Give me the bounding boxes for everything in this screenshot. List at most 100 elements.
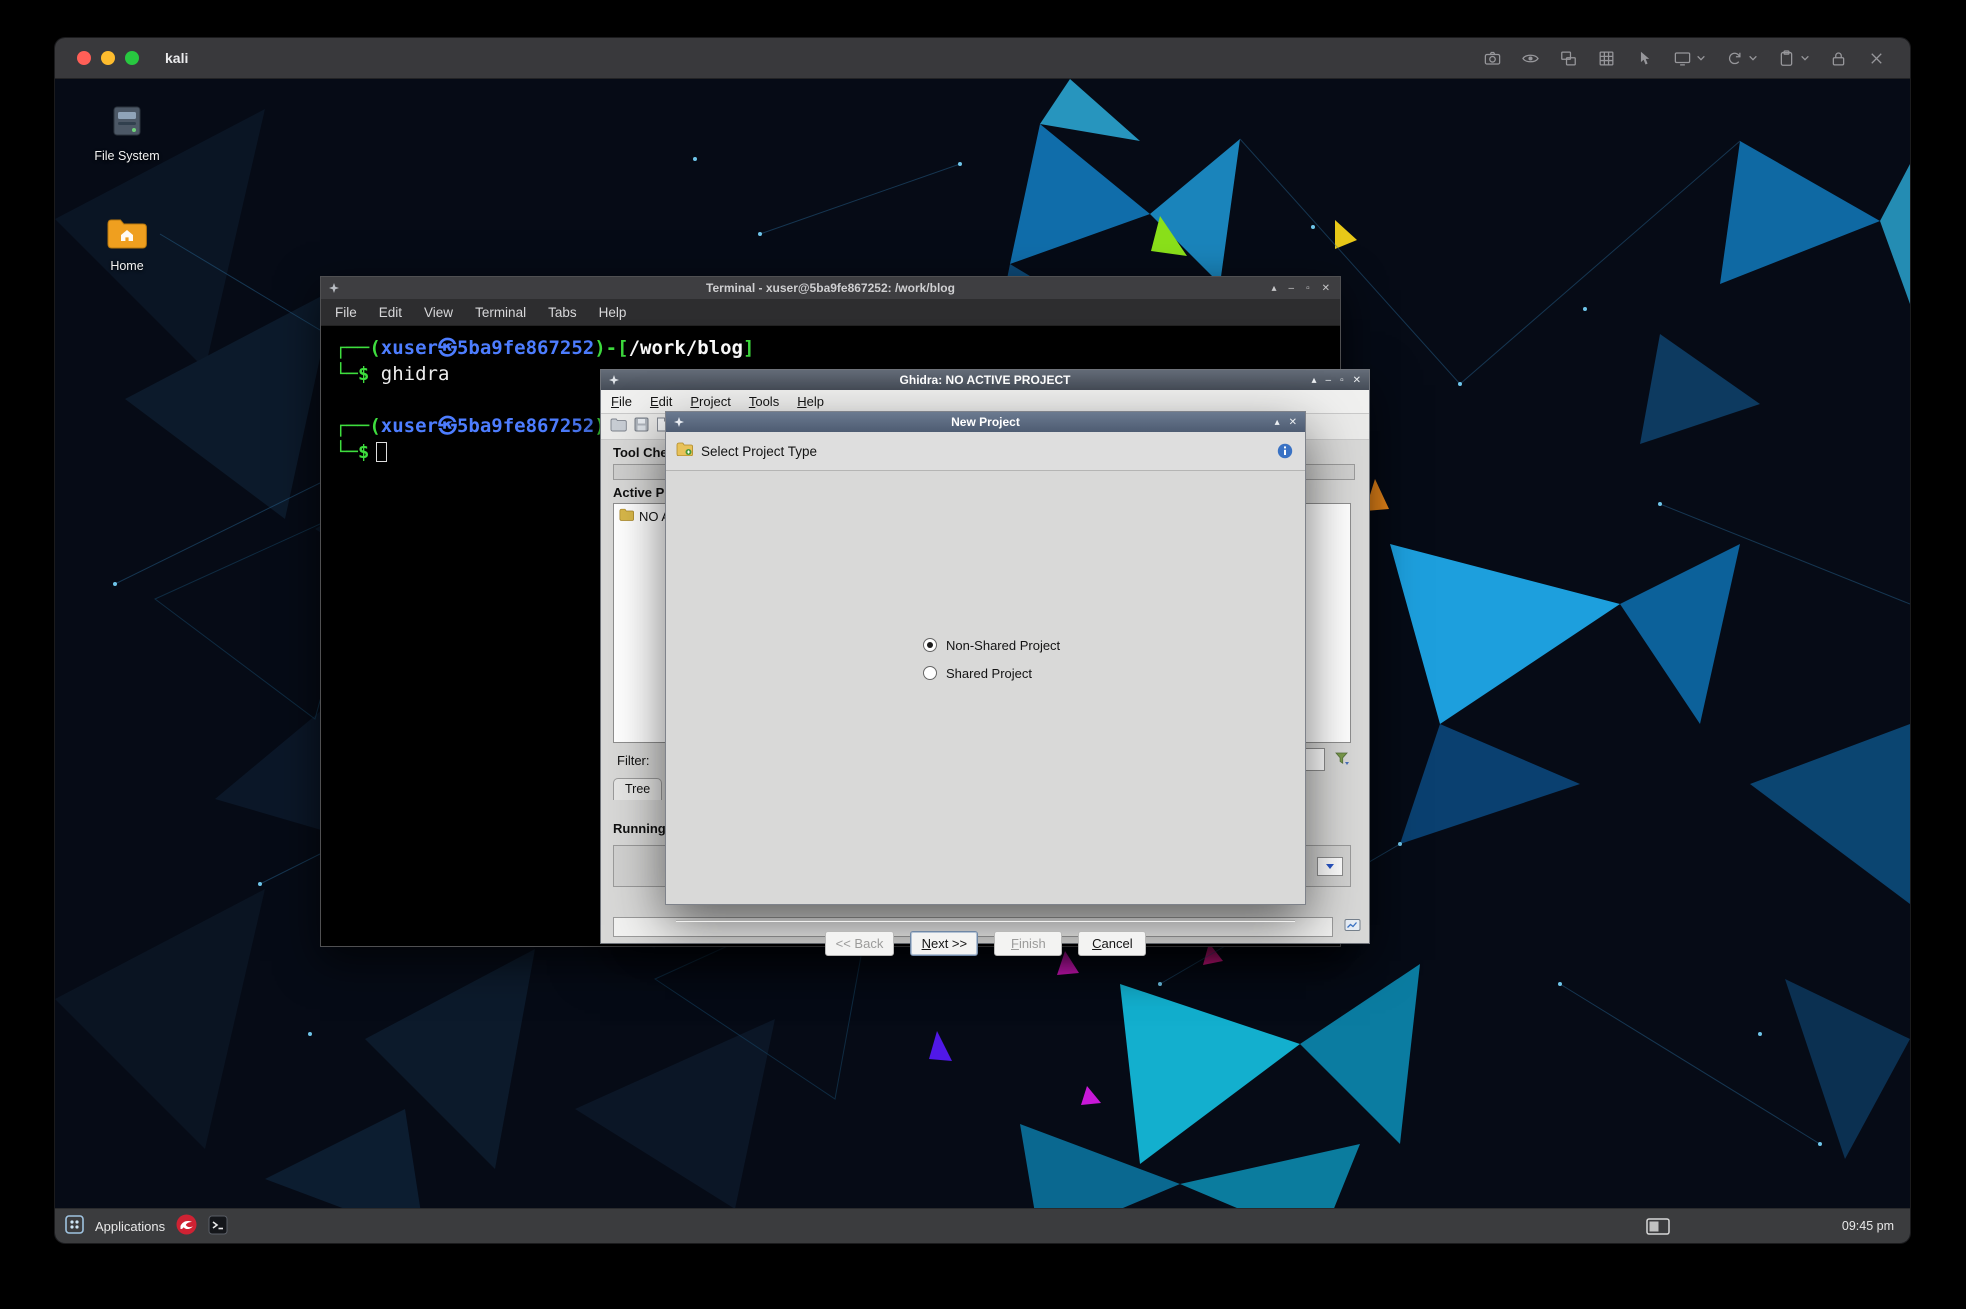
vm-toolbar (1483, 49, 1886, 68)
shade-icon[interactable]: ▴ (1275, 417, 1280, 428)
memory-monitor-icon[interactable] (1344, 918, 1361, 933)
close-icon[interactable]: ✕ (1289, 417, 1297, 428)
menu-file[interactable]: File (611, 394, 632, 409)
radio-button-selected[interactable] (923, 638, 937, 652)
dialog-titlebar[interactable]: New Project ▴ ✕ (666, 412, 1305, 432)
window-icon (674, 417, 684, 427)
ghidra-window-controls: ▴ – ▫ ✕ (1311, 375, 1361, 386)
window-icon (609, 375, 619, 385)
macos-zoom-button[interactable] (125, 51, 139, 65)
windows-icon[interactable] (1559, 49, 1578, 68)
chevron-down-icon (1326, 864, 1334, 869)
traffic-lights (77, 51, 139, 65)
menu-view[interactable]: View (424, 305, 453, 320)
grid-icon[interactable] (1597, 49, 1616, 68)
clipboard-menu[interactable] (1777, 49, 1810, 68)
dialog-header: Select Project Type (666, 432, 1305, 471)
folder-icon (619, 508, 634, 524)
menu-tools[interactable]: Tools (749, 394, 779, 409)
running-tools-dropdown[interactable] (1317, 857, 1343, 876)
window-icon (329, 283, 339, 293)
tab-tree[interactable]: Tree (613, 778, 662, 800)
ghidra-title: Ghidra: NO ACTIVE PROJECT (601, 373, 1369, 387)
clock[interactable]: 09:45 pm (1842, 1219, 1894, 1233)
kali-logo-icon[interactable] (176, 1214, 197, 1238)
back-button: << Back (825, 931, 895, 956)
window-list-icon[interactable] (1646, 1218, 1670, 1235)
close-icon[interactable] (1867, 49, 1886, 68)
taskbar-right: 09:45 pm (1646, 1218, 1910, 1235)
dialog-window-controls: ▴ ✕ (1275, 417, 1297, 428)
terminal-launcher-icon[interactable] (208, 1215, 228, 1238)
dialog-buttons: << Back Next >> Finish Cancel (666, 931, 1305, 956)
file-system-icon (107, 101, 147, 144)
dialog-separator (676, 920, 1295, 922)
terminal-title: Terminal - xuser@5ba9fe867252: /work/blo… (321, 281, 1340, 295)
menu-project[interactable]: Project (690, 394, 730, 409)
dialog-header-label: Select Project Type (701, 444, 817, 459)
vm-window: kali (55, 38, 1910, 1243)
home-folder-icon (106, 217, 148, 254)
screenshot-icon[interactable] (1483, 49, 1502, 68)
filter-options-icon[interactable] (1334, 750, 1351, 767)
terminal-titlebar[interactable]: Terminal - xuser@5ba9fe867252: /work/blo… (321, 277, 1340, 299)
dialog-body: Non-Shared Project Shared Project << Bac… (666, 471, 1305, 904)
toolbar-folder-icon[interactable] (610, 417, 627, 437)
terminal-window-controls: ▴ – ▫ ✕ (1271, 283, 1330, 294)
cancel-button[interactable]: Cancel (1078, 931, 1146, 956)
terminal-cursor (376, 442, 387, 462)
macos-minimize-button[interactable] (101, 51, 115, 65)
applications-menu-icon[interactable] (65, 1215, 84, 1237)
vm-window-title: kali (165, 50, 188, 66)
lock-icon[interactable] (1829, 49, 1848, 68)
pointer-icon[interactable] (1635, 49, 1654, 68)
menu-help[interactable]: Help (797, 394, 824, 409)
filter-label: Filter: (617, 753, 650, 768)
maximize-icon[interactable]: ▫ (1340, 375, 1344, 386)
display-menu[interactable] (1673, 49, 1706, 68)
vm-titlebar[interactable]: kali (55, 38, 1910, 79)
display-icon[interactable] (1673, 49, 1692, 68)
next-button[interactable]: Next >> (910, 931, 978, 956)
applications-label[interactable]: Applications (95, 1219, 165, 1234)
minimize-icon[interactable]: – (1326, 375, 1332, 386)
menu-edit[interactable]: Edit (650, 394, 672, 409)
menu-terminal[interactable]: Terminal (475, 305, 526, 320)
info-icon[interactable] (1277, 443, 1293, 459)
minimize-icon[interactable]: – (1289, 283, 1295, 294)
finish-button: Finish (994, 931, 1062, 956)
radio-label[interactable]: Non-Shared Project (946, 638, 1060, 653)
desktop-icon-file-system[interactable]: File System (81, 101, 173, 163)
ghidra-titlebar[interactable]: Ghidra: NO ACTIVE PROJECT ▴ – ▫ ✕ (601, 370, 1369, 390)
chevron-down-icon (1800, 53, 1810, 63)
macos-close-button[interactable] (77, 51, 91, 65)
taskbar: Applications 09:45 pm (55, 1208, 1910, 1243)
toolbar-save-icon[interactable] (634, 417, 649, 437)
terminal-menubar: File Edit View Terminal Tabs Help (321, 299, 1340, 326)
dialog-title: New Project (666, 415, 1305, 429)
desktop-icon-home[interactable]: Home (81, 217, 173, 273)
clipboard-icon[interactable] (1777, 49, 1796, 68)
redo-menu[interactable] (1725, 49, 1758, 68)
eye-icon[interactable] (1521, 49, 1540, 68)
desktop-icon-label: File System (94, 149, 159, 163)
menu-file[interactable]: File (335, 305, 357, 320)
terminal-prompt-line: ┌──(xuser㉿5ba9fe867252)-[/work/blog] (335, 335, 1340, 361)
desktop[interactable]: File System Home Terminal - xuser@5ba9fe… (55, 79, 1910, 1243)
radio-button[interactable] (923, 666, 937, 680)
new-folder-icon (676, 442, 693, 461)
chevron-down-icon (1696, 53, 1706, 63)
shade-icon[interactable]: ▴ (1271, 283, 1276, 294)
close-icon[interactable]: ✕ (1322, 283, 1330, 294)
menu-help[interactable]: Help (599, 305, 627, 320)
shade-icon[interactable]: ▴ (1311, 375, 1316, 386)
radio-shared-project[interactable]: Shared Project (923, 664, 1032, 682)
maximize-icon[interactable]: ▫ (1306, 283, 1310, 294)
desktop-icon-label: Home (110, 259, 143, 273)
redo-icon[interactable] (1725, 49, 1744, 68)
radio-label[interactable]: Shared Project (946, 666, 1032, 681)
radio-non-shared-project[interactable]: Non-Shared Project (923, 636, 1060, 654)
close-icon[interactable]: ✕ (1353, 375, 1361, 386)
menu-tabs[interactable]: Tabs (548, 305, 577, 320)
menu-edit[interactable]: Edit (379, 305, 402, 320)
